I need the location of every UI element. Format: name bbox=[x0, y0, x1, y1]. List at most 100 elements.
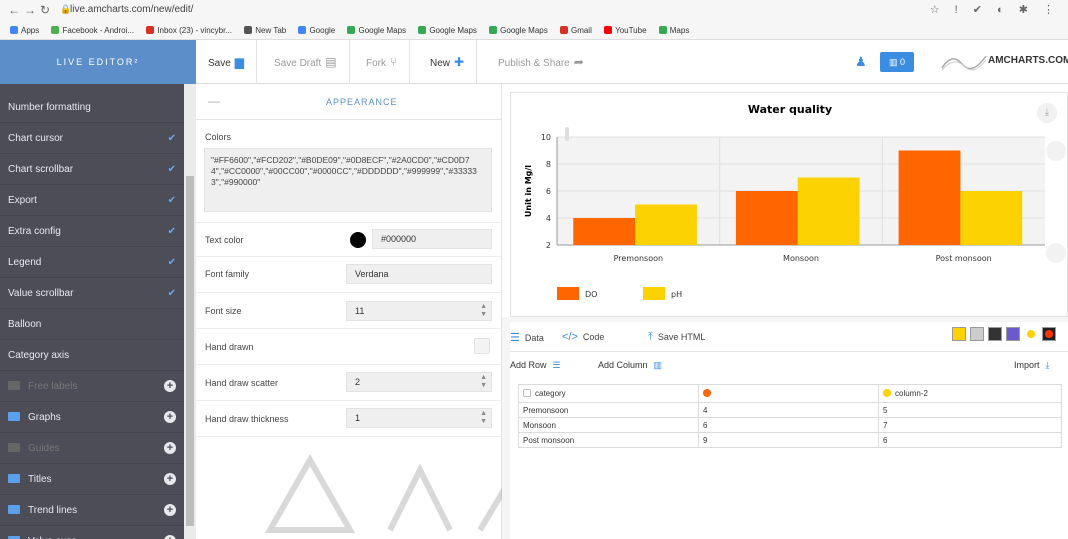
value-scroll-handle bbox=[1046, 141, 1066, 161]
bookmark-maps[interactable]: Maps bbox=[658, 22, 689, 39]
tab-data[interactable]: ☰ Data bbox=[510, 331, 544, 344]
hand-draw-thickness-stepper[interactable]: 1 ▲ ▼ bbox=[346, 408, 492, 428]
sidebar-item-label: Category axis bbox=[8, 350, 70, 361]
add-icon[interactable]: + bbox=[164, 473, 176, 485]
live-editor-brand: LIVE EDITOR² bbox=[0, 40, 196, 84]
y-tick-label: 4 bbox=[546, 214, 551, 223]
sidebar-folder[interactable]: Titles + bbox=[0, 464, 184, 495]
amcharts-logo-text[interactable]: AMCHARTS.COM bbox=[988, 55, 1068, 66]
hand-drawn-checkbox[interactable] bbox=[474, 338, 490, 354]
sidebar-folder[interactable]: Value axes+ bbox=[0, 526, 184, 539]
theme-default-icon[interactable] bbox=[1024, 327, 1038, 341]
grid-header-category[interactable]: category bbox=[518, 384, 699, 403]
y-tick-label: 8 bbox=[546, 160, 551, 169]
bookmark-gmail[interactable]: Gmail bbox=[559, 22, 592, 39]
theme-chalk-icon[interactable] bbox=[970, 327, 984, 341]
table-cell[interactable]: 5 bbox=[878, 402, 1062, 418]
x-tick-label: Monsoon bbox=[783, 254, 819, 263]
charts-count-badge[interactable]: ▥ 0 bbox=[880, 52, 914, 72]
bookmark-new-tab[interactable]: New Tab bbox=[244, 22, 286, 39]
bar bbox=[960, 191, 1023, 245]
text-color-swatch[interactable] bbox=[350, 232, 366, 248]
chart-preview: Water quality ⤓ 2 4 6 8 10 Premonsoon Monsoon P… bbox=[510, 92, 1068, 317]
sidebar-item[interactable]: Number formatting bbox=[0, 92, 184, 123]
fork-button[interactable]: Fork ⑂ bbox=[354, 40, 411, 84]
sidebar-item[interactable]: Export ✔ bbox=[0, 185, 184, 216]
sidebar-item[interactable]: Chart cursor ✔ bbox=[0, 123, 184, 154]
publish-share-button[interactable]: Publish & Share ➦ bbox=[486, 40, 596, 84]
bookmark-apps[interactable]: Apps bbox=[10, 22, 39, 39]
add-icon[interactable]: + bbox=[164, 504, 176, 516]
text-color-field[interactable]: #000000 bbox=[372, 229, 492, 249]
bookmark-facebook[interactable]: Facebook - Androi... bbox=[51, 22, 134, 39]
sidebar-item[interactable]: Chart scrollbar ✔ bbox=[0, 154, 184, 185]
table-cell[interactable]: 6 bbox=[698, 417, 879, 433]
bookmark-inbox[interactable]: Inbox (23) - vincybr... bbox=[146, 22, 232, 39]
grid-header-column-2[interactable]: column-2 bbox=[878, 384, 1062, 403]
folder-icon bbox=[8, 412, 20, 421]
folder-icon bbox=[8, 474, 20, 483]
table-cell[interactable]: Monsoon bbox=[518, 417, 699, 433]
sidebar-item[interactable]: Legend ✔ bbox=[0, 247, 184, 278]
add-icon[interactable]: + bbox=[164, 535, 176, 539]
check-icon: ✔ bbox=[167, 226, 176, 237]
theme-dark-icon[interactable] bbox=[988, 327, 1002, 341]
table-cell[interactable]: 9 bbox=[698, 432, 879, 448]
import-icon: ⤓ bbox=[1045, 360, 1050, 370]
tab-save-html[interactable]: ⤒ Save HTML bbox=[648, 331, 705, 344]
back-icon[interactable]: ← bbox=[8, 3, 20, 17]
address-bar[interactable]: live.amcharts.com/new/edit/ bbox=[70, 4, 193, 15]
grid-header-column-1[interactable] bbox=[698, 384, 879, 403]
stepper-arrows-icon[interactable]: ▲ ▼ bbox=[480, 410, 487, 426]
sidebar-item-label: Extra config bbox=[8, 226, 61, 237]
sidebar-scrollbar-thumb[interactable] bbox=[186, 176, 194, 526]
add-icon[interactable]: + bbox=[164, 442, 176, 454]
forward-icon[interactable]: → bbox=[24, 3, 36, 17]
table-cell[interactable]: 6 bbox=[878, 432, 1062, 448]
stepper-arrows-icon[interactable]: ▲ ▼ bbox=[480, 374, 487, 390]
theme-black-icon[interactable] bbox=[1042, 327, 1056, 341]
theme-light-icon[interactable] bbox=[952, 327, 966, 341]
bookmark-google-maps-3[interactable]: Google Maps bbox=[489, 22, 548, 39]
hand-drawn-label: Hand drawn bbox=[205, 342, 254, 352]
bookmark-google[interactable]: Google bbox=[298, 22, 335, 39]
save-draft-button[interactable]: Save Draft ▤ bbox=[262, 40, 350, 84]
sidebar-folder[interactable]: Graphs + bbox=[0, 402, 184, 433]
hand-draw-scatter-stepper[interactable]: 2 ▲ ▼ bbox=[346, 372, 492, 392]
add-column-button[interactable]: Add Column ▥ bbox=[598, 360, 662, 371]
sidebar-item[interactable]: Balloon bbox=[0, 309, 184, 340]
bookmark-google-maps-1[interactable]: Google Maps bbox=[347, 22, 406, 39]
new-button[interactable]: New ✚ bbox=[418, 40, 478, 84]
font-size-stepper[interactable]: 11 ▲ ▼ bbox=[346, 301, 492, 321]
stepper-arrows-icon[interactable]: ▲ ▼ bbox=[480, 303, 487, 319]
font-family-field[interactable]: Verdana bbox=[346, 264, 492, 284]
sidebar-folder[interactable]: Guides + bbox=[0, 433, 184, 464]
grid-header-row: category column-2 bbox=[518, 384, 1062, 403]
add-icon[interactable]: + bbox=[164, 411, 176, 423]
colors-textarea[interactable]: "#FF6600","#FCD202","#B0DE09","#0D8ECF",… bbox=[204, 148, 492, 212]
bookmark-youtube[interactable]: YouTube bbox=[604, 22, 647, 39]
collapse-icon[interactable]: — bbox=[208, 94, 220, 108]
table-cell[interactable]: 7 bbox=[878, 417, 1062, 433]
table-cell[interactable]: 4 bbox=[698, 402, 879, 418]
bookmark-google-maps-2[interactable]: Google Maps bbox=[418, 22, 477, 39]
save-button[interactable]: Save ▆ bbox=[196, 40, 258, 84]
table-cell[interactable]: Premonsoon bbox=[518, 402, 699, 418]
sidebar-folder[interactable]: Trend lines + bbox=[0, 495, 184, 526]
import-button[interactable]: Import ⤓ bbox=[1014, 360, 1050, 371]
sidebar-folder-label: Free labels bbox=[28, 381, 78, 392]
sidebar-folder-label: Guides bbox=[28, 443, 60, 454]
sidebar-item[interactable]: Value scrollbar ✔ bbox=[0, 278, 184, 309]
sidebar-item[interactable]: Category axis bbox=[0, 340, 184, 371]
theme-patterns-icon[interactable] bbox=[1006, 327, 1020, 341]
extension-icons[interactable]: ☆ ! ✔ ◐ ✱ ⋮ bbox=[930, 3, 1060, 16]
user-icon[interactable]: ♟ bbox=[855, 54, 867, 70]
sidebar-folder[interactable]: Free labels + bbox=[0, 371, 184, 402]
reload-icon[interactable]: ↻ bbox=[40, 3, 50, 17]
sidebar-item-label: Export bbox=[8, 195, 37, 206]
tab-code[interactable]: </> Code bbox=[562, 331, 604, 343]
sidebar-item[interactable]: Extra config ✔ bbox=[0, 216, 184, 247]
add-icon[interactable]: + bbox=[164, 380, 176, 392]
add-row-button[interactable]: Add Row ☰ bbox=[510, 360, 561, 371]
table-cell[interactable]: Post monsoon bbox=[518, 432, 699, 448]
